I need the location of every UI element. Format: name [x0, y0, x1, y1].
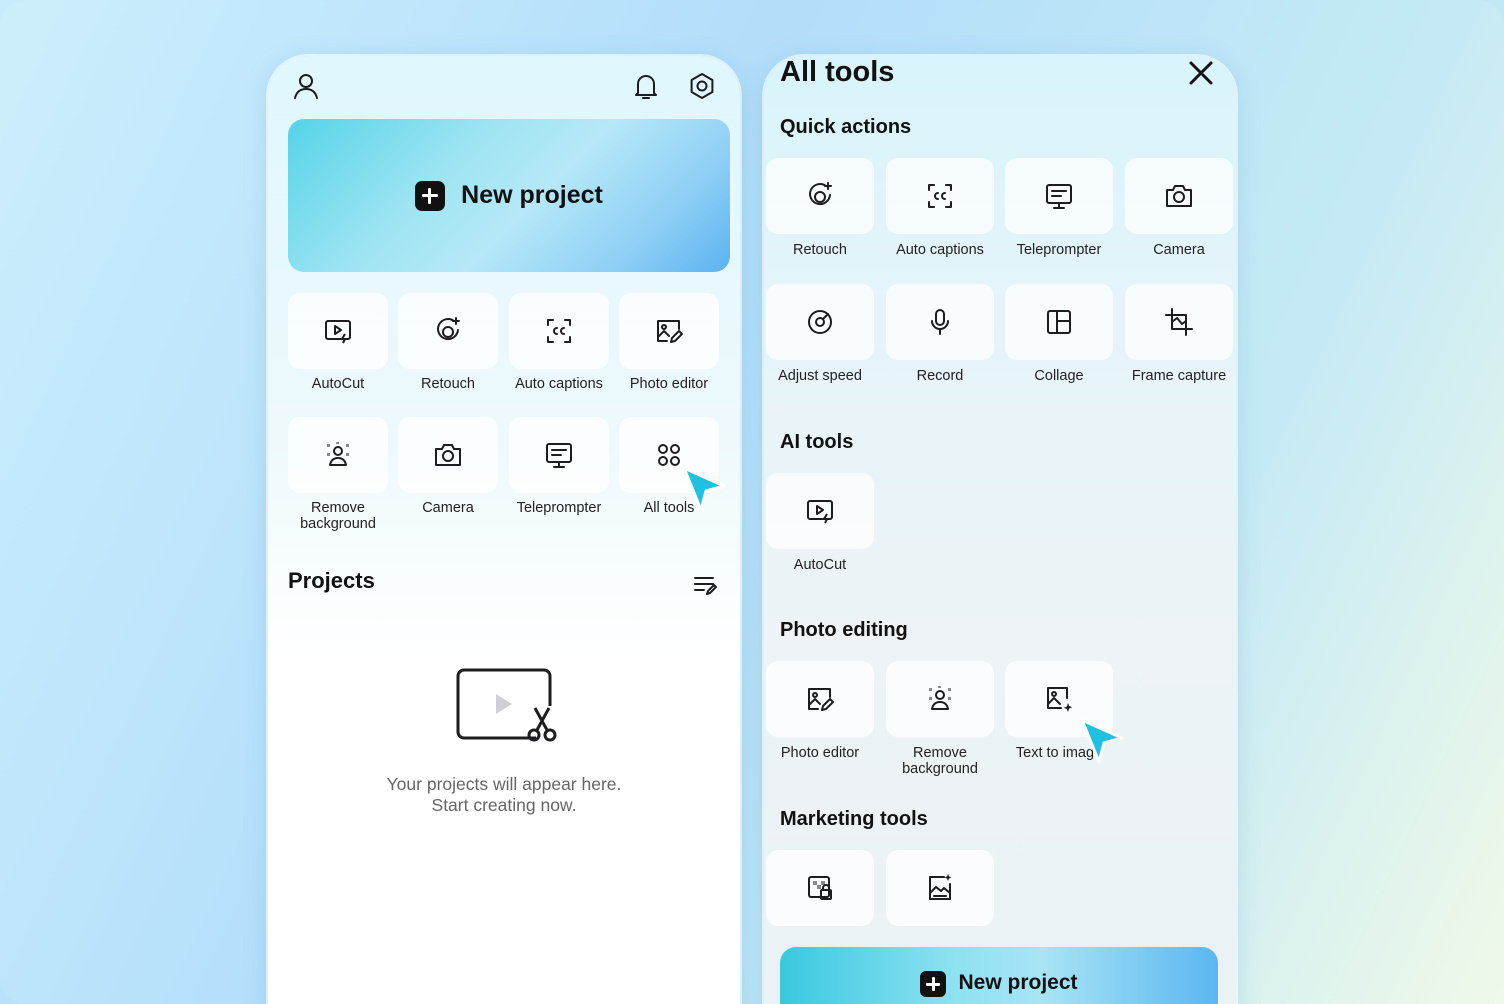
projects-title: Projects [288, 568, 375, 593]
tool-autocut[interactable]: AutoCut [283, 293, 393, 392]
new-project-button[interactable]: New project [780, 947, 1218, 1004]
empty-projects-text: Your projects will appear here. [386, 774, 622, 794]
frame-capture-icon [1165, 308, 1193, 336]
section-marketing-tools: Marketing tools [780, 808, 928, 830]
settings-icon[interactable] [686, 70, 718, 102]
qa-collage[interactable]: Collage [999, 284, 1119, 384]
remove-background-icon [327, 442, 349, 466]
qa-auto-captions[interactable]: Auto captions [880, 158, 1000, 258]
pe-photo-editor[interactable]: Photo editor [764, 661, 880, 761]
close-icon[interactable] [1186, 58, 1216, 88]
qa-adjust-speed[interactable]: Adjust speed [764, 284, 880, 384]
profile-icon[interactable] [290, 70, 322, 102]
pe-remove-background[interactable]: Remove background [880, 661, 1000, 777]
new-project-label: New project [461, 181, 603, 209]
photo-editor-icon [657, 320, 683, 343]
tool-remove-background[interactable]: Remove background [283, 417, 393, 532]
retouch-icon [437, 317, 460, 340]
tool-teleprompter[interactable]: Teleprompter [504, 417, 614, 516]
tool-photo-editor[interactable]: Photo editor [614, 293, 724, 392]
ai-poster-icon [929, 874, 952, 900]
tool-auto-captions[interactable]: Auto captions [504, 293, 614, 392]
pointer-cursor-icon [682, 466, 726, 512]
photo-editor-icon [808, 688, 834, 711]
speed-icon [808, 310, 832, 334]
qa-frame-capture[interactable]: Frame capture [1119, 284, 1236, 384]
background-frame: New project AutoCut Retouch Auto caption… [0, 0, 1504, 1004]
remove-background-icon [929, 686, 951, 710]
collage-icon [1047, 310, 1071, 334]
ai-autocut[interactable]: AutoCut [764, 473, 880, 573]
section-ai-tools: AI tools [780, 431, 854, 453]
all-tools-screen: All tools Quick actions Retouch Auto cap… [764, 56, 1236, 1004]
autocut-icon [807, 500, 833, 524]
empty-projects-subtext: Start creating now. [431, 795, 577, 815]
empty-projects-illustration [454, 666, 564, 746]
plus-icon [415, 180, 446, 211]
captions-icon [547, 319, 571, 343]
qa-retouch[interactable]: Retouch [764, 158, 880, 258]
plus-icon [920, 971, 947, 997]
pointer-cursor-icon [1080, 718, 1124, 764]
notification-bell-icon[interactable] [630, 70, 662, 102]
retouch-icon [809, 182, 832, 205]
sort-edit-icon[interactable] [692, 572, 718, 598]
microphone-icon [931, 309, 949, 335]
captions-icon [928, 184, 952, 208]
text-to-image-icon [1047, 687, 1073, 712]
autocut-icon [325, 320, 351, 344]
tool-retouch[interactable]: Retouch [393, 293, 503, 392]
teleprompter-icon [546, 443, 572, 468]
mk-tool-2[interactable] [880, 850, 1000, 926]
camera-icon [435, 444, 461, 466]
tool-camera[interactable]: Camera [393, 417, 503, 516]
all-tools-title: All tools [780, 56, 895, 88]
new-project-label: New project [958, 971, 1078, 994]
section-quick-actions: Quick actions [780, 116, 912, 138]
home-screen: New project AutoCut Retouch Auto caption… [268, 56, 740, 1004]
mk-tool-1[interactable] [764, 850, 880, 926]
camera-icon [1166, 185, 1192, 207]
qa-record[interactable]: Record [880, 284, 1000, 384]
new-project-button[interactable]: New project [288, 119, 730, 272]
product-background-icon [808, 876, 832, 900]
qa-camera[interactable]: Camera [1119, 158, 1236, 258]
qa-teleprompter[interactable]: Teleprompter [999, 158, 1119, 258]
teleprompter-icon [1046, 184, 1072, 209]
section-photo-editing: Photo editing [780, 619, 908, 641]
